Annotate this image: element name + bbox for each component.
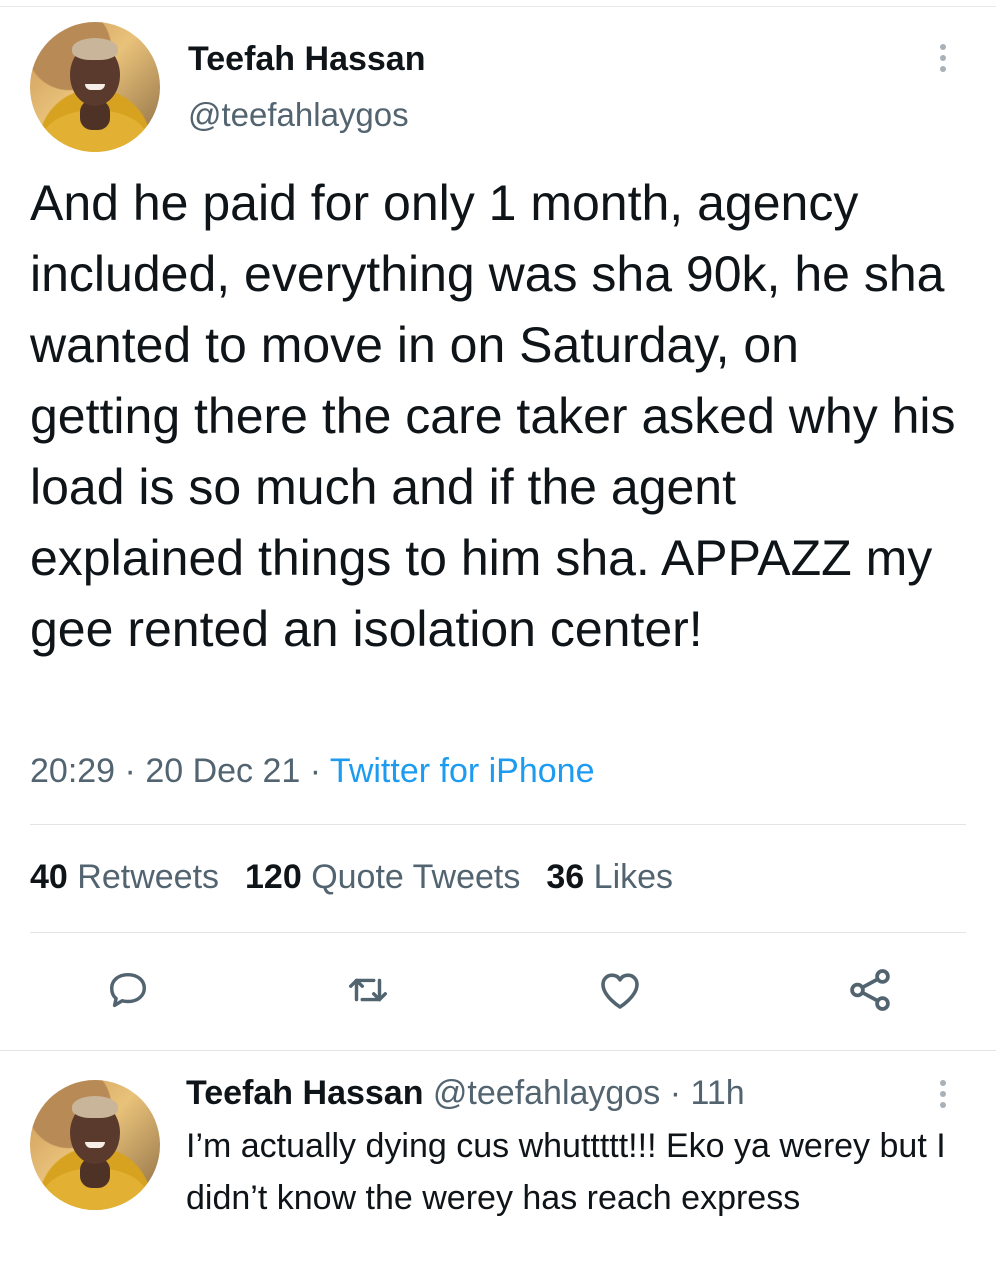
top-divider <box>0 0 996 7</box>
reply-avatar[interactable] <box>30 1080 160 1210</box>
share-icon <box>850 969 890 1011</box>
quotes-count: 120 <box>245 858 302 896</box>
reply-icon <box>109 972 147 1008</box>
likes-count: 36 <box>546 858 585 896</box>
tweet-text: And he paid for only 1 month, agency inc… <box>30 175 970 657</box>
reply-button[interactable] <box>98 960 158 1020</box>
share-button[interactable] <box>840 960 900 1020</box>
reply-more-options-icon[interactable] <box>940 1080 950 1113</box>
retweet-icon <box>349 978 387 1002</box>
stats-divider <box>30 932 966 933</box>
author-handle[interactable]: @teefahlaygos <box>188 96 409 134</box>
quotes-stat[interactable]: 120 Quote Tweets <box>245 858 520 896</box>
avatar[interactable] <box>30 22 160 152</box>
avatar-hair <box>72 1096 118 1118</box>
retweets-count: 40 <box>30 858 68 896</box>
likes-label: Likes <box>593 858 674 896</box>
reply-time[interactable]: 11h <box>690 1074 744 1112</box>
avatar-smile <box>85 1142 105 1148</box>
reply-separator: · <box>660 1074 691 1112</box>
tweet-meta: 20:29 · 20 Dec 21 · Twitter for iPhone <box>30 752 594 791</box>
likes-stat[interactable]: 36 Likes <box>546 858 673 896</box>
avatar-smile <box>85 84 105 90</box>
meta-separator: · <box>115 752 146 790</box>
meta-divider <box>30 824 966 825</box>
tweet-date[interactable]: 20 Dec 21 <box>145 752 300 790</box>
engagement-stats: 40 Retweets 120 Quote Tweets 36 Likes <box>30 858 673 897</box>
reply-header: Teefah Hassan @teefahlaygos · 11h <box>186 1074 745 1113</box>
tweet-divider <box>0 1050 996 1051</box>
like-button[interactable] <box>590 960 650 1020</box>
action-bar <box>0 960 996 1020</box>
avatar-hair <box>72 38 118 60</box>
retweets-label: Retweets <box>77 858 220 896</box>
retweet-button[interactable] <box>338 960 398 1020</box>
tweet-detail-page: Teefah Hassan @teefahlaygos And he paid … <box>0 0 996 1280</box>
retweets-stat[interactable]: 40 Retweets <box>30 858 219 896</box>
quotes-label: Quote Tweets <box>311 858 521 896</box>
reply-author-handle[interactable]: @teefahlaygos <box>433 1074 660 1112</box>
author-name[interactable]: Teefah Hassan <box>188 40 425 79</box>
tweet-source-link[interactable]: Twitter for iPhone <box>330 752 595 790</box>
meta-separator: · <box>300 752 330 790</box>
reply-author-name[interactable]: Teefah Hassan <box>186 1074 423 1112</box>
tweet-time[interactable]: 20:29 <box>30 752 115 790</box>
like-icon <box>601 973 639 1009</box>
more-options-icon[interactable] <box>940 44 950 77</box>
reply-text: I’m actually dying cus whuttttt!!! Eko y… <box>186 1127 946 1217</box>
